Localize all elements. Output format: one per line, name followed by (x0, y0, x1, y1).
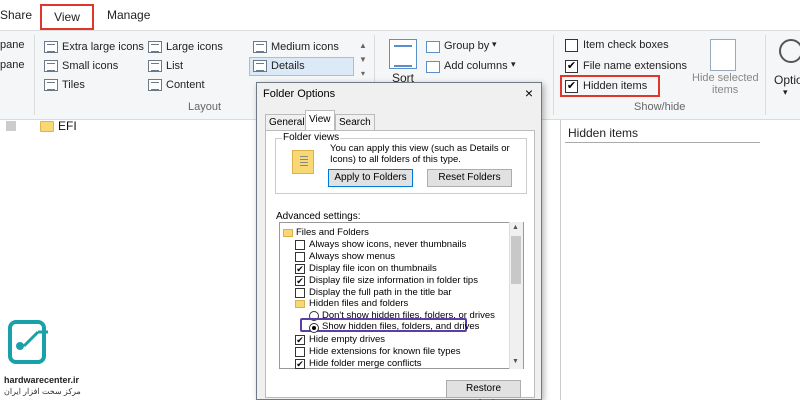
extra-large-icons-icon (44, 41, 58, 53)
logo-tagline: مرکز سخت افزار ایران (4, 387, 81, 396)
restore-defaults-button[interactable]: Restore Defaults (446, 380, 521, 400)
list-item-display-file-icon: Display file icon on thumbnails (309, 263, 437, 274)
hide-selected-items-label-2: items (712, 84, 739, 96)
scroll-up-icon[interactable]: ▲ (512, 224, 519, 231)
options-dropdown-icon[interactable]: ▾ (783, 87, 788, 98)
hidden-items-checkbox[interactable]: ✔ (565, 80, 578, 93)
tab-manage[interactable]: Manage (107, 8, 150, 22)
item-check-boxes-label: Item check boxes (583, 39, 669, 51)
group-by-dropdown-icon[interactable]: ▾ (492, 39, 497, 50)
show-hide-group-label: Show/hide (634, 101, 686, 113)
folder-views-icon (292, 150, 314, 174)
tiles-option[interactable]: Tiles (62, 79, 85, 91)
small-icons-icon (44, 60, 58, 72)
dialog-title: Folder Options (263, 88, 336, 100)
preview-pane-button[interactable]: pane (0, 39, 24, 51)
hide-selected-items-button[interactable]: Hide selected (692, 72, 759, 84)
display-full-path-checkbox[interactable] (295, 288, 305, 298)
list-option[interactable]: List (166, 60, 183, 72)
apply-to-folders-button[interactable]: Apply to Folders (328, 169, 413, 187)
tab-general[interactable]: General (265, 114, 309, 130)
always-show-icons-checkbox[interactable] (295, 240, 305, 250)
content-icon (148, 79, 162, 91)
list-icon (148, 60, 162, 72)
tab-view[interactable]: View (40, 4, 94, 30)
tiles-icon (44, 79, 58, 91)
ribbon-tab-bar: Share View Manage (0, 0, 800, 34)
show-hidden-radio[interactable] (309, 323, 319, 333)
folder-views-text: You can apply this view (such as Details… (330, 143, 510, 165)
preview-title: Hidden items (568, 126, 639, 140)
layout-group-label: Layout (188, 101, 222, 113)
details-option[interactable]: Details (271, 60, 305, 72)
divider (765, 35, 766, 115)
extra-large-icons-option[interactable]: Extra large icons (62, 41, 144, 53)
file-name-extensions-checkbox[interactable]: ✔ (565, 60, 578, 73)
add-columns-dropdown-icon[interactable]: ▾ (511, 59, 516, 70)
scrollbar-thumb[interactable] (511, 236, 521, 284)
medium-icons-icon (253, 41, 267, 53)
close-icon[interactable]: × (525, 85, 533, 101)
small-icons-option[interactable]: Small icons (62, 60, 118, 72)
large-icons-icon (148, 41, 162, 53)
hidden-items-label: Hidden items (583, 80, 648, 92)
add-columns-icon (426, 61, 440, 73)
list-item-files-and-folders: Files and Folders (296, 227, 369, 238)
display-file-icon-checkbox[interactable]: ✔ (295, 264, 305, 274)
scroll-down-icon[interactable]: ▼ (512, 358, 519, 365)
sort-icon (389, 39, 417, 69)
divider (553, 35, 554, 115)
file-row-checkbox[interactable] (6, 121, 16, 131)
options-icon (779, 39, 800, 63)
hide-folder-merge-conflicts-checkbox[interactable]: ✔ (295, 359, 305, 369)
tab-search[interactable]: Search (335, 114, 375, 130)
folder-icon (283, 229, 293, 237)
divider (34, 35, 35, 115)
group-by-icon (426, 41, 440, 53)
reset-folders-button[interactable]: Reset Folders (427, 169, 512, 187)
tab-share[interactable]: Share (0, 8, 32, 22)
list-item-hidden-files-and-folders: Hidden files and folders (309, 298, 409, 309)
preview-divider (565, 142, 760, 143)
folder-views-label: Folder views (282, 132, 341, 143)
always-show-menus-checkbox[interactable] (295, 252, 305, 262)
list-item-display-full-path: Display the full path in the title bar (309, 287, 452, 298)
hardwarecenter-logo-icon (8, 320, 48, 364)
list-item-show-hidden: Show hidden files, folders, and drives (322, 321, 480, 332)
list-item-always-show-icons: Always show icons, never thumbnails (309, 239, 467, 250)
list-item-hide-folder-merge-conflicts: Hide folder merge conflicts (309, 358, 422, 369)
preview-pane (560, 120, 760, 400)
list-item-hide-extensions: Hide extensions for known file types (309, 346, 461, 357)
folder-icon (40, 121, 54, 132)
logo-name: hardwarecenter.ir (4, 375, 80, 385)
add-columns-button[interactable]: Add columns (444, 60, 508, 72)
options-button[interactable]: Optio (774, 73, 800, 87)
details-pane-button[interactable]: pane (0, 59, 24, 71)
item-check-boxes-checkbox[interactable] (565, 39, 578, 52)
list-item-hide-empty-drives: Hide empty drives (309, 334, 386, 345)
hide-extensions-checkbox[interactable] (295, 347, 305, 357)
display-file-size-checkbox[interactable]: ✔ (295, 276, 305, 286)
medium-icons-option[interactable]: Medium icons (271, 41, 339, 53)
list-item-display-file-size: Display file size information in folder … (309, 275, 478, 286)
large-icons-option[interactable]: Large icons (166, 41, 223, 53)
group-by-button[interactable]: Group by (444, 40, 489, 52)
hide-selected-items-icon (710, 39, 736, 71)
details-icon (253, 60, 267, 72)
folder-icon (295, 300, 305, 308)
hide-empty-drives-checkbox[interactable]: ✔ (295, 335, 305, 345)
advanced-settings-label: Advanced settings: (276, 211, 361, 222)
list-item-always-show-menus: Always show menus (309, 251, 396, 262)
file-name-efi[interactable]: EFI (58, 119, 77, 133)
content-option[interactable]: Content (166, 79, 205, 91)
tab-view-dialog[interactable]: View (305, 110, 335, 130)
file-name-extensions-label: File name extensions (583, 60, 687, 72)
